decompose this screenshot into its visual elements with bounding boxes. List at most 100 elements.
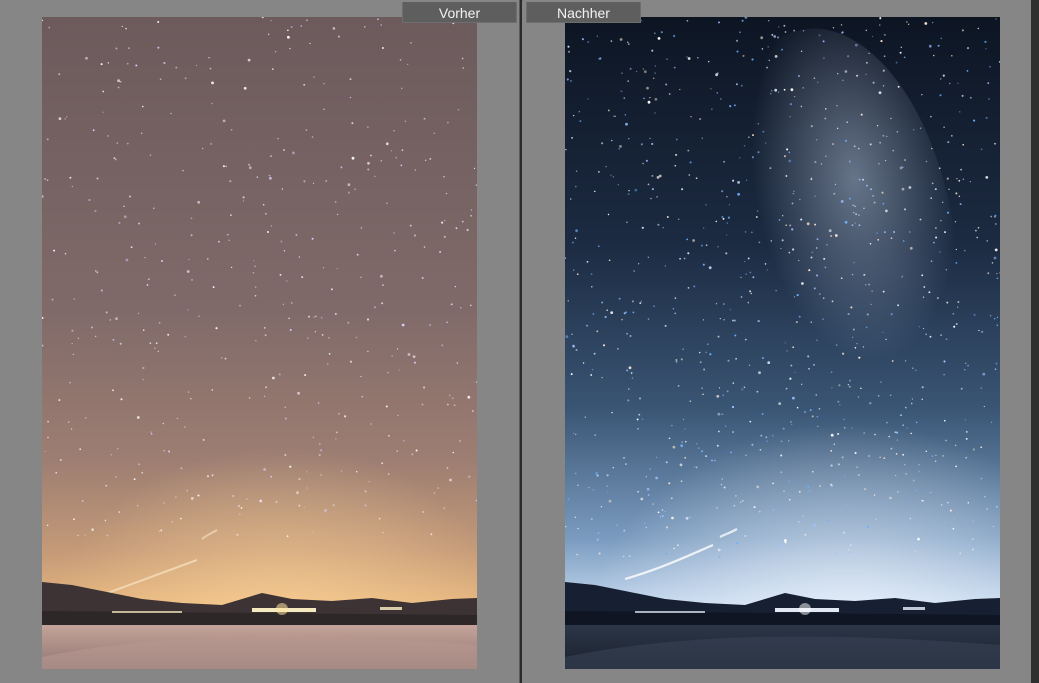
compare-divider[interactable] (519, 0, 522, 683)
star-point (433, 492, 436, 494)
star-point (743, 144, 746, 147)
star-point (651, 49, 654, 52)
star-point (130, 246, 133, 249)
star-point (230, 214, 232, 216)
star-point (306, 487, 308, 489)
star-point (853, 211, 855, 214)
star-point (748, 136, 750, 138)
star-point (646, 86, 649, 90)
star-point (661, 514, 664, 518)
star-point (647, 100, 651, 104)
star-point (439, 251, 441, 253)
star-point (721, 190, 724, 193)
star-point (565, 335, 569, 338)
star-point (822, 318, 824, 320)
star-point (142, 366, 145, 370)
star-point (570, 373, 573, 376)
star-point (994, 214, 997, 217)
star-point (921, 93, 923, 96)
star-point (306, 19, 308, 22)
star-point (377, 18, 379, 21)
star-point (594, 190, 596, 193)
star-point (816, 81, 819, 83)
star-point (808, 367, 810, 370)
star-point (808, 269, 811, 272)
star-point (736, 542, 739, 545)
star-point (47, 420, 50, 423)
star-point (996, 316, 999, 318)
star-point (896, 431, 898, 433)
star-point (830, 433, 834, 437)
star-point (423, 117, 426, 120)
star-point (882, 85, 885, 87)
star-point (825, 155, 827, 157)
star-point (778, 540, 780, 543)
before-tab[interactable]: Vorher (402, 2, 517, 23)
star-point (899, 166, 903, 170)
star-point (751, 231, 753, 233)
star-point (303, 180, 306, 183)
star-point (284, 453, 287, 457)
star-point (109, 319, 112, 321)
star-point (837, 73, 839, 75)
star-point (677, 384, 680, 387)
star-point (639, 302, 642, 305)
star-point (370, 154, 372, 157)
star-point (574, 237, 577, 239)
star-point (892, 149, 895, 152)
star-point (981, 330, 984, 333)
star-point (330, 288, 333, 291)
star-point (993, 318, 996, 320)
star-point (774, 55, 778, 58)
star-point (770, 240, 773, 242)
star-point (816, 339, 818, 341)
star-point (969, 96, 972, 99)
star-point (757, 319, 760, 323)
star-point (254, 265, 256, 268)
after-tab[interactable]: Nachher (526, 2, 641, 23)
star-point (862, 346, 865, 348)
star-point (610, 174, 612, 177)
star-point (924, 22, 928, 25)
star-point (150, 431, 152, 433)
star-point (651, 142, 654, 146)
before-photo[interactable] (42, 17, 477, 669)
star-point (69, 176, 72, 179)
star-point (119, 342, 122, 345)
star-point (980, 477, 983, 480)
star-point (642, 68, 645, 70)
star-point (567, 300, 569, 302)
star-point (749, 290, 752, 293)
star-point (278, 373, 281, 376)
star-point (910, 402, 913, 405)
star-point (608, 499, 612, 503)
star-point (730, 451, 733, 454)
star-point (347, 191, 350, 194)
star-point (878, 91, 882, 95)
star-point (941, 201, 944, 204)
star-point (471, 410, 474, 412)
star-point (338, 35, 340, 38)
star-point (387, 371, 389, 374)
star-point (892, 230, 896, 234)
star-point (843, 426, 846, 429)
star-point (687, 149, 690, 152)
star-point (182, 169, 184, 172)
star-point (710, 459, 714, 462)
star-point (751, 156, 754, 159)
star-point (856, 342, 858, 345)
after-photo[interactable] (565, 17, 1000, 669)
star-point (717, 246, 719, 248)
star-point (816, 274, 818, 277)
star-point (931, 147, 933, 150)
star-point (184, 335, 187, 338)
star-point (964, 249, 966, 252)
star-point (595, 471, 598, 475)
star-point (311, 531, 314, 534)
star-point (780, 471, 783, 473)
star-point (711, 108, 713, 110)
star-point (836, 105, 838, 107)
star-point (864, 488, 867, 491)
star-point (785, 387, 788, 390)
star-point (284, 417, 287, 420)
